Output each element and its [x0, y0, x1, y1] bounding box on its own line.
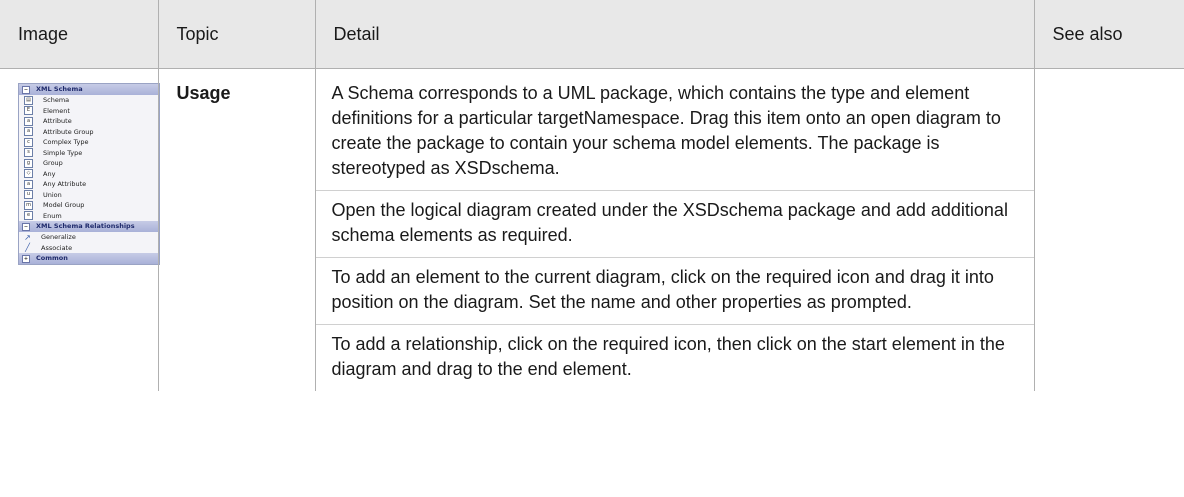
- element-icon: E: [24, 106, 33, 116]
- toolbox-item-label: Any: [43, 169, 56, 178]
- toolbox-items-relationships: ↗ Generalize ╱ Associate: [19, 232, 159, 253]
- toolbox-item-label: Complex Type: [43, 138, 89, 146]
- header-topic: Topic: [157, 0, 316, 69]
- toolbox-image: − XML Schema ▤ Schema E Element a Attribute a A…: [18, 83, 160, 265]
- detail-paragraph: Open the logical diagram created under t…: [315, 191, 1034, 258]
- see-also-cell: [1033, 68, 1184, 391]
- toolbox-item: a Any Attribute: [19, 179, 159, 190]
- toolbox-item-label: Associate: [41, 243, 73, 252]
- toolbox-item: E Element: [19, 106, 159, 117]
- expand-icon: +: [22, 254, 30, 263]
- enum-icon: e: [24, 211, 33, 221]
- toolbox-section-title: XML Schema: [36, 85, 83, 93]
- toolbox-item: ▤ Schema: [19, 95, 159, 106]
- toolbox-item: ◇ Any: [19, 169, 159, 180]
- table-row: − XML Schema ▤ Schema E Element a Attribute a A…: [0, 68, 1184, 391]
- toolbox-item: m Model Group: [19, 200, 159, 211]
- toolbox-section-relationships: − XML Schema Relationships: [19, 221, 159, 232]
- topic-label: Usage: [176, 83, 231, 103]
- header-see-also: See also: [1033, 0, 1184, 69]
- attribute-icon: a: [24, 116, 33, 126]
- associate-line-icon: ╱: [25, 243, 30, 253]
- toolbox-item-label: Generalize: [41, 233, 76, 241]
- attribute-group-icon: a: [24, 127, 33, 137]
- toolbox-item: s Simple Type: [19, 148, 159, 159]
- any-attribute-icon: a: [24, 179, 33, 189]
- toolbox-item-label: Enum: [43, 211, 62, 220]
- toolbox-section-xml-schema: − XML Schema: [19, 84, 159, 95]
- toolbox-item: a Attribute: [19, 116, 159, 127]
- header-detail: Detail: [314, 0, 1035, 69]
- detail-content: A Schema corresponds to a UML package, w…: [315, 69, 1034, 391]
- toolbox-section-common: + Common: [19, 253, 159, 264]
- toolbox-item-label: Model Group: [43, 201, 85, 209]
- toolbox-item: ╱ Associate: [19, 243, 159, 254]
- toolbox-items-xml-schema: ▤ Schema E Element a Attribute a Attribute Grou…: [19, 95, 159, 221]
- collapse-icon: −: [22, 222, 30, 231]
- toolbox-item-label: Attribute Group: [43, 127, 94, 136]
- toolbox-item: e Enum: [19, 211, 159, 222]
- detail-cell: A Schema corresponds to a UML package, w…: [314, 68, 1035, 391]
- content-table: Image Topic Detail See also − XML Schema…: [0, 0, 1184, 391]
- generalize-arrow-icon: ↗: [24, 232, 31, 242]
- union-icon: u: [24, 190, 33, 200]
- toolbox-item: a Attribute Group: [19, 127, 159, 138]
- detail-paragraph: A Schema corresponds to a UML package, w…: [315, 69, 1034, 191]
- any-icon: ◇: [24, 169, 33, 179]
- toolbox-item: u Union: [19, 190, 159, 201]
- toolbox-item-label: Any Attribute: [43, 180, 87, 188]
- header-row: Image Topic Detail See also: [0, 0, 1184, 69]
- toolbox-item-label: Group: [43, 159, 63, 167]
- toolbox-item: c Complex Type: [19, 137, 159, 148]
- header-image: Image: [0, 0, 159, 69]
- simple-type-icon: s: [24, 148, 33, 158]
- complex-type-icon: c: [24, 137, 33, 147]
- toolbox-item: ↗ Generalize: [19, 232, 159, 243]
- toolbox-item: g Group: [19, 158, 159, 169]
- topic-cell: Usage: [157, 68, 316, 391]
- detail-paragraph: To add an element to the current diagram…: [315, 258, 1034, 325]
- image-cell: − XML Schema ▤ Schema E Element a Attribute a A…: [0, 68, 160, 391]
- toolbox-item-label: Union: [43, 190, 62, 199]
- collapse-icon: −: [22, 85, 30, 94]
- toolbox-item-label: Schema: [43, 96, 70, 104]
- detail-paragraph: To add a relationship, click on the requ…: [331, 334, 1005, 379]
- toolbox-item-label: Attribute: [43, 117, 72, 125]
- toolbox-section-title: Common: [36, 254, 68, 262]
- toolbox-item-label: Element: [43, 106, 70, 115]
- toolbox-section-title: XML Schema Relationships: [36, 222, 135, 230]
- schema-icon: ▤: [24, 95, 33, 105]
- model-group-icon: m: [24, 200, 33, 210]
- group-icon: g: [24, 158, 33, 168]
- toolbox-item-label: Simple Type: [43, 148, 83, 157]
